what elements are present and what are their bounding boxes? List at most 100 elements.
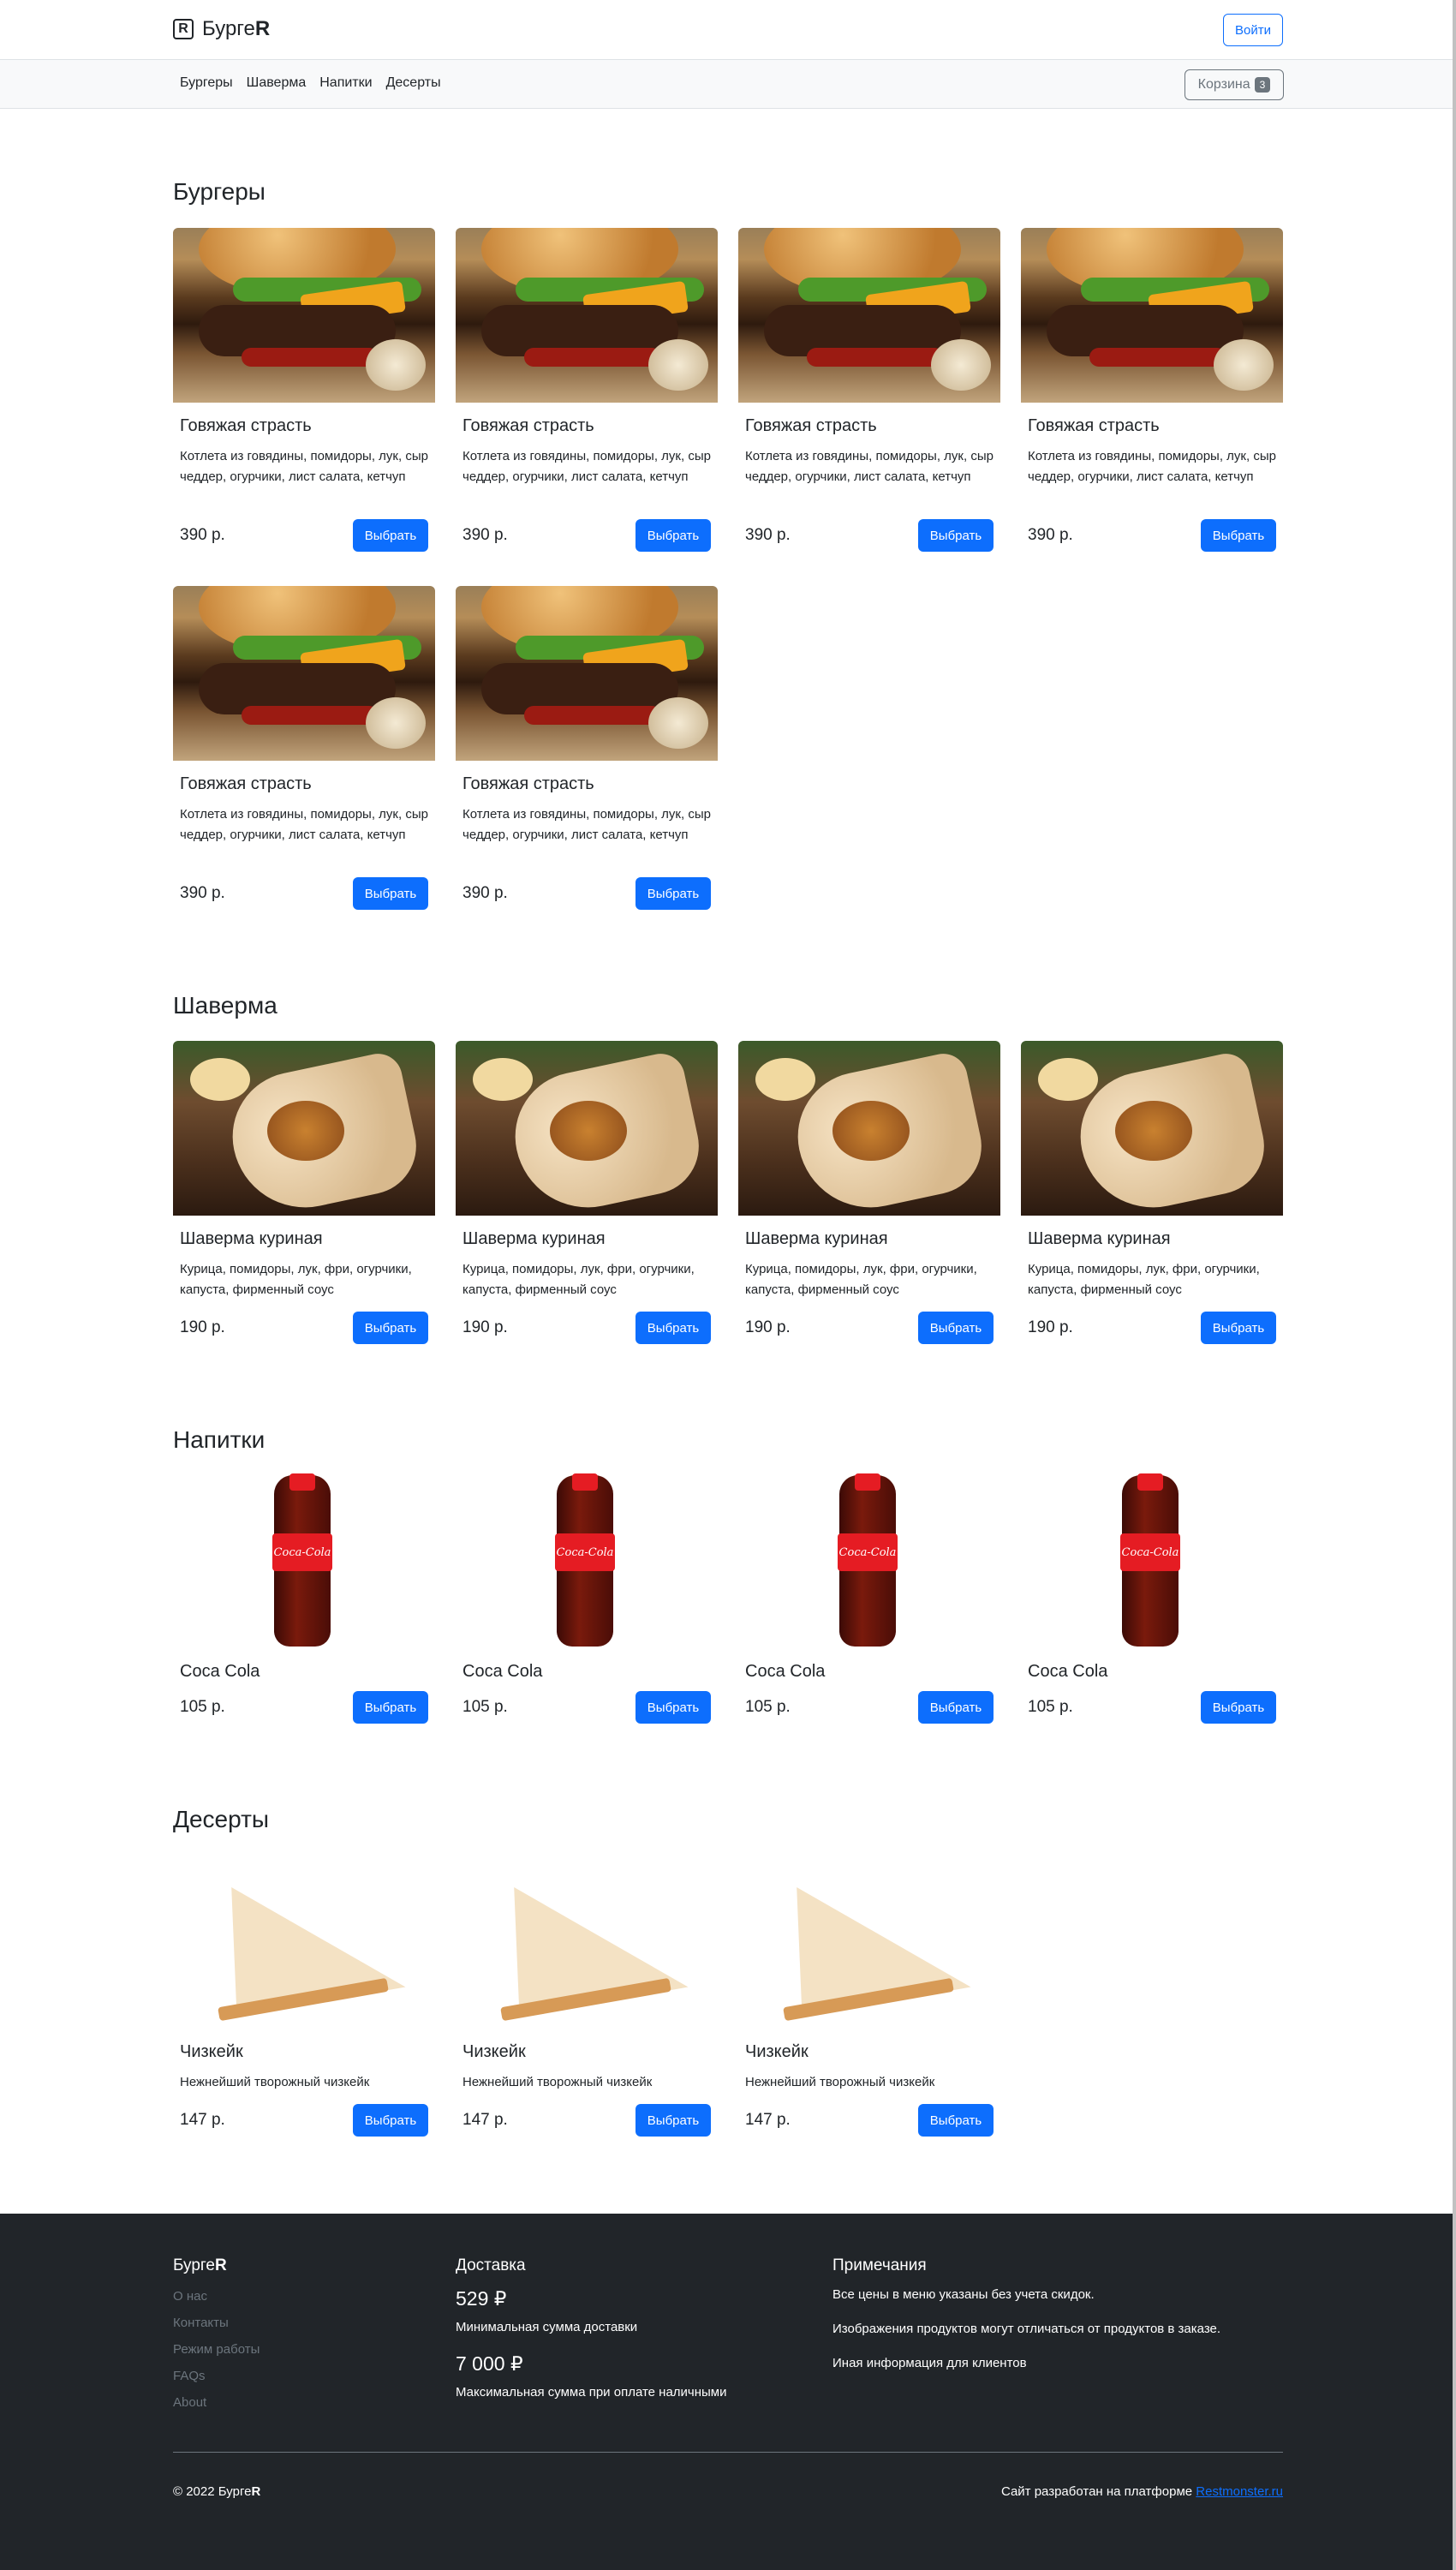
product-card: Coca-Cola Coca Cola 105 р. Выбрать (456, 1473, 718, 1730)
product-image: Coca-Cola (1021, 1473, 1283, 1648)
scrollbar[interactable] (1453, 0, 1456, 2570)
site-footer: БургеR О нас Контакты Режим работы FAQs … (0, 2214, 1456, 2570)
product-card: Говяжая страсть Котлета из говядины, пом… (1021, 228, 1283, 553)
select-button[interactable]: Выбрать (353, 877, 428, 910)
category-nav: Бургеры Шаверма Напитки Десерты Корзина … (0, 60, 1456, 109)
brand-logo[interactable]: R БургеR (173, 17, 270, 41)
product-name: Coca Cola (462, 1662, 543, 1681)
product-price: 147 р. (180, 2111, 225, 2129)
footer-link-about[interactable]: О нас (173, 2287, 260, 2306)
select-button[interactable]: Выбрать (353, 2104, 428, 2137)
product-name: Говяжая страсть (1028, 416, 1160, 435)
select-button[interactable]: Выбрать (636, 1312, 711, 1344)
platform-link[interactable]: Restmonster.ru (1196, 2484, 1283, 2499)
select-button[interactable]: Выбрать (1201, 1691, 1276, 1724)
product-description: Нежнейший творожный чизкейк (180, 2075, 370, 2089)
select-button[interactable]: Выбрать (636, 519, 711, 552)
nav-link-burgers[interactable]: Бургеры (180, 75, 233, 91)
product-description: Курица, помидоры, лук, фри, огурчики, ка… (462, 1262, 695, 1297)
max-amount: 7 000 ₽ (456, 2352, 523, 2375)
select-button[interactable]: Выбрать (1201, 1312, 1276, 1344)
product-card: Говяжая страсть Котлета из говядины, пом… (738, 228, 1000, 553)
product-image (738, 1854, 1000, 2029)
product-card: Говяжая страсть Котлета из говядины, пом… (173, 586, 435, 911)
section-title-shawarma: Шаверма (173, 992, 277, 1019)
max-amount-note: Максимальная сумма при оплате наличными (456, 2385, 727, 2400)
product-description: Курица, помидоры, лук, фри, огурчики, ка… (180, 1262, 412, 1297)
product-description: Курица, помидоры, лук, фри, огурчики, ка… (1028, 1262, 1260, 1297)
product-card: Шаверма куриная Курица, помидоры, лук, ф… (456, 1041, 718, 1349)
product-name: Говяжая страсть (180, 774, 312, 793)
product-card: Шаверма куриная Курица, помидоры, лук, ф… (738, 1041, 1000, 1349)
nav-link-drinks[interactable]: Напитки (319, 75, 372, 91)
platform-credit: Сайт разработан на платформе Restmonster… (1000, 2484, 1283, 2499)
product-card: Чизкейк Нежнейший творожный чизкейк 147 … (456, 1854, 718, 2137)
product-description: Котлета из говядины, помидоры, лук, сыр … (462, 807, 711, 842)
select-button[interactable]: Выбрать (636, 877, 711, 910)
product-name: Coca Cola (1028, 1662, 1108, 1681)
product-card: Шаверма куриная Курица, помидоры, лук, ф… (1021, 1041, 1283, 1349)
product-image: Coca-Cola (456, 1473, 718, 1648)
product-card: Чизкейк Нежнейший творожный чизкейк 147 … (738, 1854, 1000, 2137)
product-card: Говяжая страсть Котлета из говядины, пом… (456, 586, 718, 911)
section-title-burgers: Бургеры (173, 178, 266, 205)
min-amount-note: Минимальная сумма доставки (456, 2320, 638, 2334)
note-item: Все цены в меню указаны без учета скидок… (832, 2287, 1095, 2302)
cart-count-badge: 3 (1254, 77, 1271, 93)
cart-button[interactable]: Корзина 3 (1184, 69, 1284, 100)
delivery-heading: Доставка (456, 2256, 526, 2274)
nav-link-desserts[interactable]: Десерты (386, 75, 441, 91)
select-button[interactable]: Выбрать (1201, 519, 1276, 552)
product-name: Говяжая страсть (462, 774, 594, 793)
footer-link-faqs[interactable]: FAQs (173, 2367, 260, 2386)
min-amount: 529 ₽ (456, 2287, 507, 2310)
select-button[interactable]: Выбрать (353, 1691, 428, 1724)
product-card: Coca-Cola Coca Cola 105 р. Выбрать (738, 1473, 1000, 1730)
product-price: 190 р. (180, 1318, 225, 1336)
product-image: Coca-Cola (738, 1473, 1000, 1648)
notes-heading: Примечания (832, 2256, 927, 2274)
product-name: Чизкейк (180, 2042, 243, 2061)
product-price: 105 р. (745, 1698, 791, 1716)
product-name: Coca Cola (180, 1662, 260, 1681)
select-button[interactable]: Выбрать (918, 2104, 994, 2137)
product-price: 105 р. (180, 1698, 225, 1716)
product-image (1021, 228, 1283, 403)
nav-link-shawarma[interactable]: Шаверма (247, 75, 307, 91)
select-button[interactable]: Выбрать (636, 2104, 711, 2137)
product-image (456, 1041, 718, 1216)
product-price: 147 р. (462, 2111, 508, 2129)
select-button[interactable]: Выбрать (353, 519, 428, 552)
select-button[interactable]: Выбрать (918, 519, 994, 552)
product-price: 390 р. (180, 884, 225, 902)
login-button[interactable]: Войти (1223, 14, 1283, 46)
product-price: 190 р. (1028, 1318, 1073, 1336)
top-header: R БургеR Войти (0, 0, 1456, 60)
footer-link-contacts[interactable]: Контакты (173, 2314, 260, 2333)
cart-label: Корзина (1197, 77, 1250, 92)
product-price: 147 р. (745, 2111, 791, 2129)
footer-link-about-en[interactable]: About (173, 2394, 260, 2412)
product-price: 105 р. (1028, 1698, 1073, 1716)
footer-divider (173, 2452, 1283, 2453)
product-image (738, 1041, 1000, 1216)
select-button[interactable]: Выбрать (353, 1312, 428, 1344)
select-button[interactable]: Выбрать (918, 1691, 994, 1724)
select-button[interactable]: Выбрать (636, 1691, 711, 1724)
section-title-drinks: Напитки (173, 1426, 266, 1453)
product-price: 390 р. (462, 526, 508, 544)
product-image (738, 228, 1000, 403)
footer-link-hours[interactable]: Режим работы (173, 2340, 260, 2359)
product-price: 390 р. (745, 526, 791, 544)
select-button[interactable]: Выбрать (918, 1312, 994, 1344)
product-image (173, 1854, 435, 2029)
product-image (173, 586, 435, 761)
note-item: Изображения продуктов могут отличаться о… (832, 2322, 1221, 2336)
product-description: Котлета из говядины, помидоры, лук, сыр … (462, 449, 711, 484)
product-name: Шаверма куриная (180, 1229, 323, 1248)
product-name: Шаверма куриная (462, 1229, 606, 1248)
product-image (456, 1854, 718, 2029)
footer-brand: БургеR (173, 2256, 227, 2274)
product-image: Coca-Cola (173, 1473, 435, 1648)
product-image (1021, 1041, 1283, 1216)
